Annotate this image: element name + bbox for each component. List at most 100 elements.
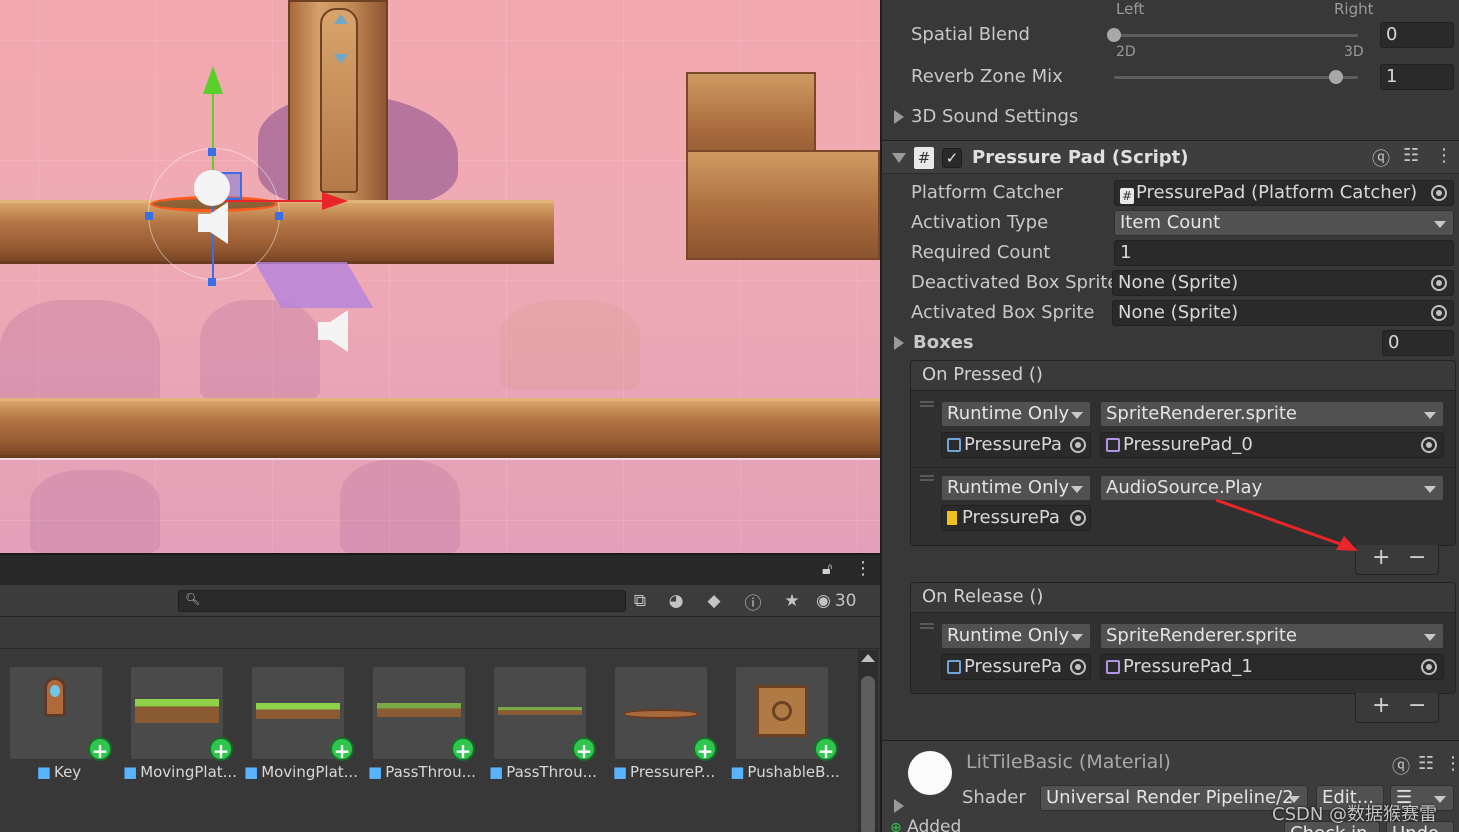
vertical-scrollbar[interactable] [858,650,878,832]
foldout-arrow-icon[interactable] [894,336,904,350]
drag-handle-icon[interactable] [920,623,934,629]
required-count-row: Required Count 1 [882,238,1459,268]
gameobject-icon [947,660,961,674]
asset-tile[interactable]: + ■ PressureP... [605,667,717,787]
boxes-label: Boxes [913,332,974,353]
argument-value: PressurePad_1 [1123,656,1253,677]
argument-field[interactable]: PressurePad_1 [1100,654,1444,680]
boxes-foldout[interactable]: Boxes 0 [882,328,1459,358]
component-header[interactable]: # ✓ Pressure Pad (Script) ⓠ ☷ ⋮ [882,140,1459,174]
boxes-size-field[interactable]: 0 [1382,330,1454,356]
gizmo-rect-handle[interactable] [145,212,153,220]
remove-listener-button[interactable]: − [1408,693,1426,718]
search-icon: 🔍︎ [185,592,201,606]
function-dropdown[interactable]: SpriteRenderer.sprite [1100,401,1444,427]
kebab-menu-icon[interactable]: ⋮ [854,558,872,579]
sprite-icon [1106,438,1120,452]
label-tag-icon[interactable]: ◆ [698,588,730,614]
required-count-field[interactable]: 1 [1114,240,1454,266]
spatial-blend-slider-knob[interactable] [1107,28,1121,42]
asset-tile[interactable]: + ■ MovingPlat... [121,667,237,787]
argument-field[interactable]: PressurePad_0 [1100,432,1444,458]
add-icon: + [693,737,717,763]
gizmo-y-arrow[interactable] [203,66,223,94]
call-mode-dropdown[interactable]: Runtime Only [941,401,1091,427]
object-picker-icon[interactable] [1421,437,1437,453]
prefab-cube-icon: ■ [368,763,383,781]
asset-tile[interactable]: + ■ PushableB... [726,667,840,787]
asset-tile[interactable]: + ■ PassThrou... [484,667,597,787]
object-picker-icon[interactable] [1431,275,1447,291]
reverb-zone-mix-slider-knob[interactable] [1329,70,1344,84]
asset-tile[interactable]: + ■ MovingPlat... [242,667,358,787]
object-picker-icon[interactable] [1421,659,1437,675]
asset-label: MovingPlat... [261,763,358,781]
gizmo-x-arrow[interactable] [322,192,348,210]
drag-handle-icon[interactable] [920,401,934,407]
reverb-zone-mix-label: Reverb Zone Mix [911,66,1063,87]
spatial-blend-slider[interactable] [1114,34,1358,37]
target-object-field[interactable]: PressurePa [941,432,1091,458]
enabled-checkbox[interactable]: ✓ [942,148,962,168]
activated-sprite-field[interactable]: None (Sprite) [1112,300,1454,326]
hidden-packages-toggle[interactable]: ◉ 30 [816,588,876,614]
help-icon[interactable]: ⓠ [1392,753,1410,779]
foldout-arrow-icon[interactable] [894,799,904,813]
add-listener-button[interactable]: + [1372,545,1390,570]
spatial-blend-field[interactable]: 0 [1380,22,1454,48]
drag-handle-icon[interactable] [920,475,934,481]
object-picker-icon[interactable] [1431,305,1447,321]
favorite-star-icon[interactable]: ★ [776,588,808,614]
gizmo-rect-handle[interactable] [208,148,216,156]
call-mode-dropdown[interactable]: Runtime Only [941,475,1091,501]
help-icon[interactable]: ⓠ [1372,145,1390,171]
material-title: LitTileBasic (Material) [966,751,1171,773]
filter-type-icon[interactable]: ◕ [660,588,692,614]
prefab-cube-icon: ■ [489,763,504,781]
scroll-up-arrow-icon[interactable] [861,654,875,662]
log-type-icon[interactable]: ⓘ [737,588,769,614]
presets-icon[interactable]: ☷ [1418,753,1434,774]
reverb-zone-mix-slider[interactable] [1114,76,1358,79]
foldout-open-icon[interactable] [892,153,906,163]
foldout-arrow-icon[interactable] [894,110,904,124]
background-cloud [340,460,460,553]
target-object-field[interactable]: PressurePa [941,654,1091,680]
object-picker-icon[interactable] [1431,185,1447,201]
platform-catcher-field[interactable]: # PressurePad (Platform Catcher) [1114,180,1454,206]
asset-tile[interactable]: + ■ Key [0,667,112,787]
presets-icon[interactable]: ☷ [1403,145,1419,166]
scrollbar-thumb[interactable] [861,676,875,832]
object-picker-icon[interactable] [1070,510,1086,526]
object-picker-icon[interactable] [1070,437,1086,453]
inspector-panel: Left Right Spatial Blend 2D 3D 0 Reverb … [880,0,1459,832]
function-value: AudioSource.Play [1106,477,1263,498]
deactivated-sprite-field[interactable]: None (Sprite) [1112,270,1454,296]
chevron-down-icon [1071,634,1083,641]
sound-settings-foldout[interactable]: 3D Sound Settings [882,102,1459,132]
shader-dropdown[interactable]: Universal Render Pipeline/2 [1040,785,1308,811]
add-listener-button[interactable]: + [1372,693,1390,718]
activation-type-dropdown[interactable]: Item Count [1114,210,1454,236]
kebab-menu-icon[interactable]: ⋮ [1435,145,1453,166]
chevron-down-icon [1071,412,1083,419]
lock-icon[interactable]: 🔓︎ [822,559,832,579]
gizmo-rect-handle[interactable] [208,278,216,286]
asset-tile[interactable]: + ■ PassThrou... [363,667,476,787]
function-dropdown[interactable]: SpriteRenderer.sprite [1100,623,1444,649]
reverb-zone-mix-field[interactable]: 1 [1380,64,1454,90]
target-object-field[interactable]: PressurePa [941,505,1091,531]
shader-label: Shader [962,787,1026,808]
gizmo-rect-handle[interactable] [275,212,283,220]
kebab-menu-icon[interactable]: ⋮ [1444,753,1459,774]
scene-view[interactable] [0,0,880,553]
script-hash-icon: # [914,147,934,169]
sprite-icon [1106,660,1120,674]
search-input[interactable]: 🔍︎ [178,590,626,612]
asset-label: PushableB... [747,763,840,781]
remove-listener-button[interactable]: − [1408,545,1426,570]
object-picker-icon[interactable] [1070,659,1086,675]
pan-left-label: Left [1116,0,1145,18]
open-window-icon[interactable]: ⧉ [624,588,656,614]
call-mode-dropdown[interactable]: Runtime Only [941,623,1091,649]
